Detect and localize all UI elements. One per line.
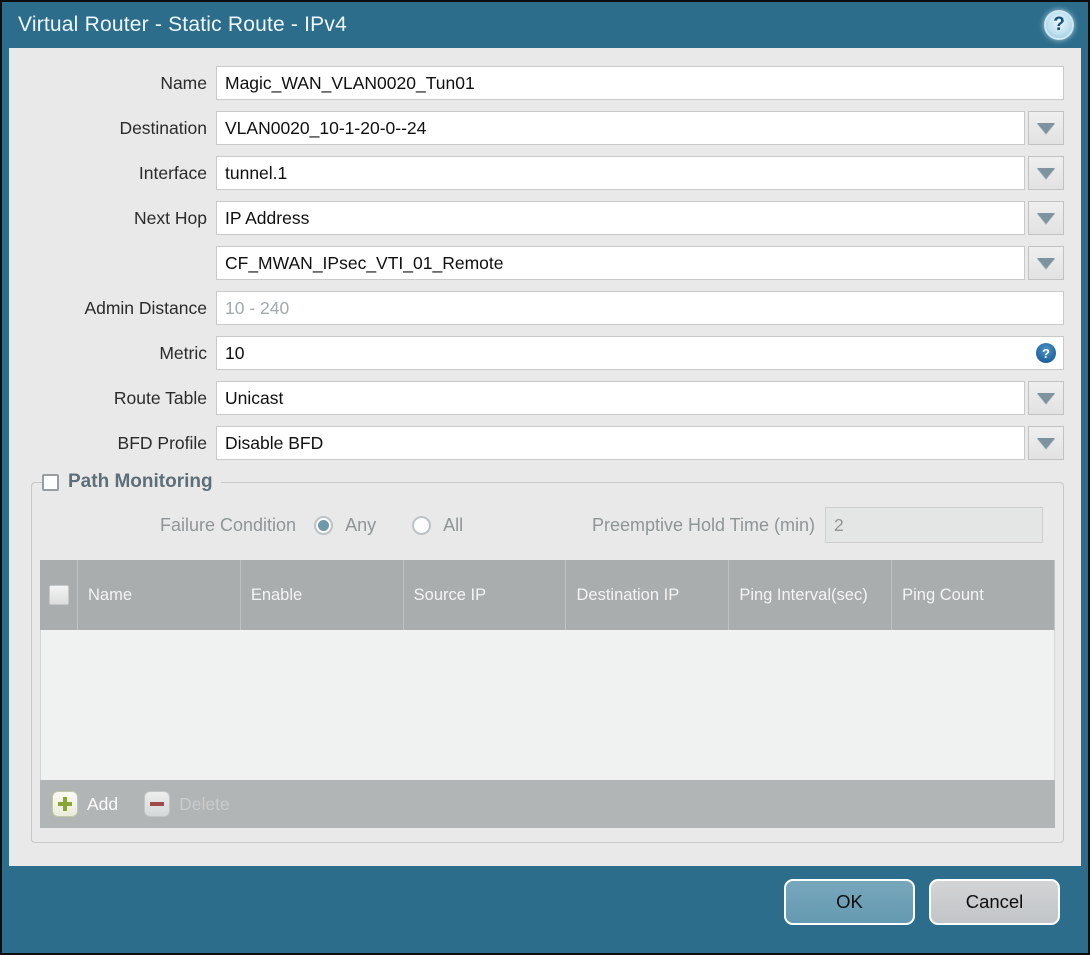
path-monitoring-section: Path Monitoring Failure Condition Any Al… (31, 471, 1064, 843)
interface-dropdown-button[interactable] (1028, 156, 1064, 190)
interface-input[interactable] (216, 156, 1025, 190)
name-label: Name (160, 72, 207, 93)
next-hop-address-row (31, 246, 1064, 280)
chevron-down-icon (1037, 437, 1055, 449)
radio-any[interactable]: Any (314, 515, 376, 536)
admin-distance-label: Admin Distance (84, 297, 207, 318)
next-hop-type-input[interactable] (216, 201, 1025, 235)
next-hop-type-dropdown-button[interactable] (1028, 201, 1064, 235)
dialog-titlebar: Virtual Router - Static Route - IPv4 ? (2, 2, 1088, 48)
chevron-down-icon (1037, 167, 1055, 179)
table-body-empty (40, 630, 1055, 780)
table-header-checkbox-cell (40, 560, 78, 630)
add-button-label: Add (87, 793, 119, 814)
preemptive-hold-time-label: Preemptive Hold Time (min) (591, 514, 815, 535)
preemptive-hold-time-group: Preemptive Hold Time (min) (592, 507, 1043, 543)
bfd-profile-label: BFD Profile (117, 432, 207, 453)
bfd-profile-dropdown-button[interactable] (1028, 426, 1064, 460)
table-header: Name Enable Source IP Destination IP Pin… (40, 560, 1055, 630)
path-monitoring-checkbox[interactable] (42, 473, 59, 491)
bfd-profile-row: BFD Profile (31, 426, 1064, 460)
info-icon[interactable]: ? (1036, 343, 1056, 363)
admin-distance-row: Admin Distance (31, 291, 1064, 325)
admin-distance-input[interactable] (216, 291, 1064, 325)
cancel-button[interactable]: Cancel (929, 879, 1060, 925)
bfd-profile-input[interactable] (216, 426, 1025, 460)
delete-button[interactable]: Delete (144, 791, 230, 817)
radio-circle-icon (412, 515, 432, 535)
path-monitoring-legend: Path Monitoring (42, 471, 221, 493)
next-hop-address-input[interactable] (216, 246, 1025, 280)
route-table-input[interactable] (216, 381, 1025, 415)
radio-all[interactable]: All (412, 515, 463, 536)
plus-icon (52, 791, 78, 817)
add-button[interactable]: Add (52, 791, 118, 817)
radio-circle-icon (314, 515, 334, 535)
next-hop-address-dropdown-button[interactable] (1028, 246, 1064, 280)
failure-condition-radio-group: Any All (296, 515, 463, 536)
metric-input[interactable] (216, 336, 1064, 370)
failure-condition-row: Failure Condition Any All Preemptive Hol… (52, 507, 1043, 543)
destination-label: Destination (119, 117, 207, 138)
radio-all-label: All (443, 514, 464, 535)
delete-button-label: Delete (179, 793, 230, 814)
interface-label: Interface (138, 162, 207, 183)
column-header-destination-ip: Destination IP (566, 560, 730, 630)
route-table-row: Route Table (31, 381, 1064, 415)
chevron-down-icon (1037, 212, 1055, 224)
name-row: Name (31, 66, 1064, 100)
chevron-down-icon (1037, 257, 1055, 269)
dialog-footer: OK Cancel (2, 866, 1088, 953)
ok-button[interactable]: OK (784, 879, 915, 925)
interface-row: Interface (31, 156, 1064, 190)
path-monitoring-title: Path Monitoring (68, 471, 213, 492)
static-route-dialog: Virtual Router - Static Route - IPv4 ? N… (0, 0, 1090, 955)
dialog-title: Virtual Router - Static Route - IPv4 (18, 13, 347, 36)
column-header-name: Name (78, 560, 241, 630)
preemptive-hold-time-input[interactable] (825, 507, 1043, 543)
table-footer: Add Delete (40, 780, 1055, 828)
select-all-checkbox[interactable] (48, 585, 69, 605)
failure-condition-label: Failure Condition (160, 514, 297, 535)
column-header-source-ip: Source IP (404, 560, 567, 630)
chevron-down-icon (1037, 122, 1055, 134)
route-table-dropdown-button[interactable] (1028, 381, 1064, 415)
minus-icon (144, 791, 171, 817)
destination-row: Destination (31, 111, 1064, 145)
column-header-ping-count: Ping Count (892, 560, 1055, 630)
destination-input[interactable] (216, 111, 1025, 145)
route-table-label: Route Table (113, 387, 207, 408)
path-monitoring-table: Name Enable Source IP Destination IP Pin… (40, 560, 1055, 828)
column-header-ping-interval: Ping Interval(sec) (729, 560, 893, 630)
chevron-down-icon (1037, 392, 1055, 404)
metric-label: Metric (159, 342, 207, 363)
metric-row: Metric ? (31, 336, 1064, 370)
help-icon[interactable]: ? (1044, 10, 1074, 40)
dialog-content: Name Destination Interface (9, 48, 1081, 866)
destination-dropdown-button[interactable] (1028, 111, 1064, 145)
next-hop-row: Next Hop (31, 201, 1064, 235)
column-header-enable: Enable (241, 560, 404, 630)
radio-any-label: Any (345, 514, 377, 535)
next-hop-label: Next Hop (134, 207, 207, 228)
name-input[interactable] (216, 66, 1064, 100)
